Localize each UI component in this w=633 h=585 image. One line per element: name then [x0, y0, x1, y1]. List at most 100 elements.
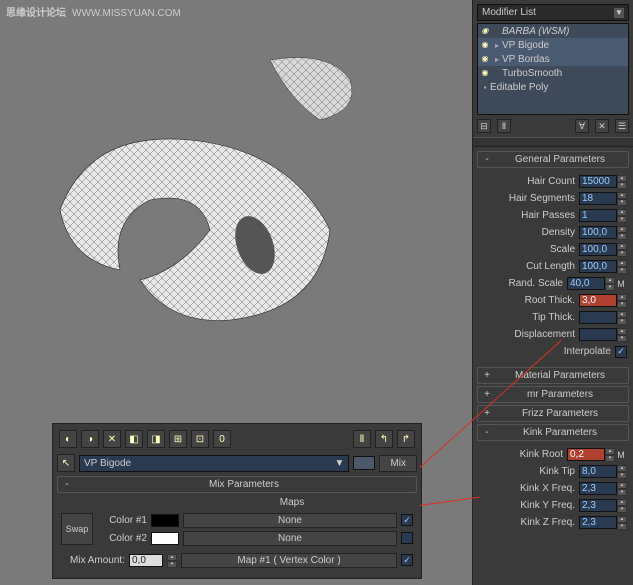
rollout-header[interactable]: +Material Parameters: [477, 367, 629, 384]
pick-material-button[interactable]: ↖: [57, 454, 75, 472]
get-material-button[interactable]: ◐: [59, 430, 77, 448]
make-copy-button[interactable]: ◨: [147, 430, 165, 448]
color2-map-button[interactable]: None: [183, 531, 397, 546]
expand-icon[interactable]: ▪: [480, 83, 490, 92]
hair-segments-spinner[interactable]: 18: [579, 192, 617, 205]
make-unique-button[interactable]: ⊞: [169, 430, 187, 448]
spinner-buttons[interactable]: ▴▾: [605, 448, 615, 461]
material-name-field[interactable]: VP Bigode▼: [79, 455, 349, 472]
spinner-buttons[interactable]: ▴▾: [617, 192, 627, 205]
interpolate-checkbox[interactable]: ✓: [615, 346, 627, 358]
spinner-buttons[interactable]: ▴▾: [617, 175, 627, 188]
modifier-stack[interactable]: ◉BARBA (WSM) ◉▸VP Bigode ◉▸VP Bordas ◉Tu…: [477, 23, 629, 115]
scale-spinner[interactable]: 100,0: [579, 243, 617, 256]
param-label: Hair Passes: [479, 210, 579, 221]
rollout-header[interactable]: -Kink Parameters: [477, 424, 629, 441]
kink-tip-spinner[interactable]: 8,0: [579, 465, 617, 478]
bulb-icon[interactable]: ◉: [480, 54, 490, 64]
put-to-library-button[interactable]: ⊡: [191, 430, 209, 448]
reset-map-button[interactable]: ◧: [125, 430, 143, 448]
material-id-button[interactable]: 0: [213, 430, 231, 448]
stack-item[interactable]: ◉TurboSmooth: [478, 66, 628, 80]
map-button[interactable]: M: [615, 450, 627, 460]
color1-map-button[interactable]: None: [183, 513, 397, 528]
pin-stack-button[interactable]: ⊟: [477, 119, 491, 133]
show-end-result-button[interactable]: Ⅱ: [497, 119, 511, 133]
stack-item[interactable]: ◉BARBA (WSM): [478, 24, 628, 38]
spinner-buttons[interactable]: ▴▾: [167, 554, 177, 567]
spinner-buttons[interactable]: ▴▾: [617, 311, 627, 324]
expand-icon[interactable]: ▸: [492, 55, 502, 64]
color2-enable-checkbox[interactable]: [401, 532, 413, 544]
spinner-buttons[interactable]: ▴▾: [617, 294, 627, 307]
param-label: Rand. Scale: [479, 278, 567, 289]
displacement-spinner[interactable]: [579, 328, 617, 341]
tip-thick-spinner[interactable]: [579, 311, 617, 324]
spinner-buttons[interactable]: ▴▾: [617, 260, 627, 273]
spinner-buttons[interactable]: ▴▾: [617, 465, 627, 478]
assign-material-button[interactable]: ✕: [103, 430, 121, 448]
bulb-icon[interactable]: ◉: [480, 40, 490, 50]
maps-column-header: Maps: [171, 497, 413, 508]
swap-button[interactable]: Swap: [61, 513, 93, 545]
cut-length-spinner[interactable]: 100,0: [579, 260, 617, 273]
rollout-material-parameters: +Material Parameters: [477, 367, 629, 384]
root-thick-spinner[interactable]: 3,0: [579, 294, 617, 307]
kink-z-freq-spinner[interactable]: 2,3: [579, 516, 617, 529]
go-to-parent-button[interactable]: ↰: [375, 430, 393, 448]
show-end-result-button[interactable]: Ⅱ: [353, 430, 371, 448]
material-editor-panel: ◐ ◑ ✕ ◧ ◨ ⊞ ⊡ 0 Ⅱ ↰ ↱ ↖ VP Bigode▼ Mix -…: [52, 423, 422, 579]
spinner-buttons[interactable]: ▴▾: [617, 516, 627, 529]
rollout-header[interactable]: -General Parameters: [477, 151, 629, 168]
go-forward-button[interactable]: ↱: [397, 430, 415, 448]
dropdown-arrow-icon: ▼: [614, 8, 624, 18]
kink-root-spinner[interactable]: 0,2: [567, 448, 605, 461]
material-type-button[interactable]: Mix: [379, 455, 417, 472]
stack-item[interactable]: ◉▸VP Bigode: [478, 38, 628, 52]
configure-sets-button[interactable]: ☰: [615, 119, 629, 133]
rand-scale-spinner[interactable]: 40,0: [567, 277, 605, 290]
bulb-icon[interactable]: ◉: [480, 68, 490, 78]
stack-item[interactable]: ▪Editable Poly: [478, 80, 628, 94]
stack-item[interactable]: ◉▸VP Bordas: [478, 52, 628, 66]
spinner-buttons[interactable]: ▴▾: [605, 277, 615, 290]
param-label: Density: [479, 227, 579, 238]
mix-amount-map-button[interactable]: Map #1 ( Vertex Color ): [181, 553, 397, 568]
rollout-header[interactable]: +Frizz Parameters: [477, 405, 629, 422]
bulb-icon[interactable]: ◉: [480, 26, 490, 36]
spinner-buttons[interactable]: ▴▾: [617, 328, 627, 341]
param-label: Kink Tip: [479, 466, 579, 477]
param-label: Kink Z Freq.: [479, 517, 579, 528]
spinner-buttons[interactable]: ▴▾: [617, 482, 627, 495]
viewport-3d[interactable]: [0, 0, 470, 390]
param-label: Root Thick.: [479, 295, 579, 306]
param-label: Displacement: [479, 329, 579, 340]
hair-count-spinner[interactable]: 15000: [579, 175, 617, 188]
spinner-buttons[interactable]: ▴▾: [617, 243, 627, 256]
make-unique-button[interactable]: ∀: [575, 119, 589, 133]
map-button[interactable]: M: [615, 279, 627, 289]
dropdown-arrow-icon[interactable]: ▼: [335, 458, 345, 469]
spinner-buttons[interactable]: ▴▾: [617, 499, 627, 512]
material-color-swatch[interactable]: [353, 456, 375, 470]
remove-modifier-button[interactable]: ✕: [595, 119, 609, 133]
mix-amount-enable-checkbox[interactable]: ✓: [401, 554, 413, 566]
param-label: Kink X Freq.: [479, 483, 579, 494]
rollout-header[interactable]: -Mix Parameters: [57, 476, 417, 493]
kink-y-freq-spinner[interactable]: 2,3: [579, 499, 617, 512]
param-label: Scale: [479, 244, 579, 255]
expand-icon[interactable]: ▸: [492, 41, 502, 50]
modifier-list-dropdown[interactable]: Modifier List ▼: [477, 4, 629, 21]
spinner-buttons[interactable]: ▴▾: [617, 226, 627, 239]
plus-icon: +: [482, 370, 492, 381]
put-material-button[interactable]: ◑: [81, 430, 99, 448]
color1-swatch[interactable]: [151, 514, 179, 527]
color1-enable-checkbox[interactable]: ✓: [401, 514, 413, 526]
spinner-buttons[interactable]: ▴▾: [617, 209, 627, 222]
param-label: Tip Thick.: [479, 312, 579, 323]
mix-amount-spinner[interactable]: 0,0: [129, 554, 163, 567]
color2-swatch[interactable]: [151, 532, 179, 545]
density-spinner[interactable]: 100,0: [579, 226, 617, 239]
kink-x-freq-spinner[interactable]: 2,3: [579, 482, 617, 495]
hair-passes-spinner[interactable]: 1: [579, 209, 617, 222]
